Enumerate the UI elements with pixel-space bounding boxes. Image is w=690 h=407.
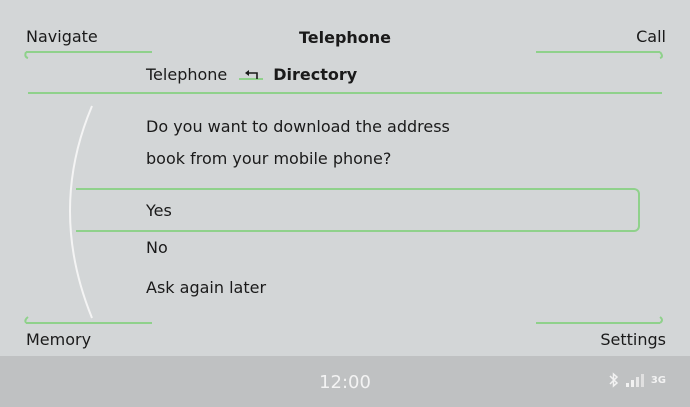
- network-3g-icon: 3G: [650, 374, 666, 386]
- breadcrumb: Telephone Directory: [146, 65, 357, 84]
- bluetooth-icon: [609, 372, 618, 388]
- question-line-1: Do you want to download the address: [146, 117, 450, 136]
- download-question: Do you want to download the address book…: [146, 111, 566, 175]
- status-bar: 12:00 3G: [0, 356, 690, 407]
- signal-strength-icon: [625, 374, 644, 387]
- telephone-screen: Navigate Call Telephone Telephone Direct…: [0, 0, 690, 407]
- page-title: Telephone: [298, 28, 392, 47]
- back-arrow-icon: [239, 69, 264, 80]
- breadcrumb-current: Directory: [273, 65, 358, 84]
- option-no[interactable]: No: [146, 238, 168, 257]
- question-line-2: book from your mobile phone?: [146, 149, 392, 168]
- clock: 12:00: [319, 372, 371, 393]
- breadcrumb-parent[interactable]: Telephone: [146, 65, 227, 84]
- status-icons: 3G: [607, 372, 666, 388]
- settings-softkey[interactable]: Settings: [600, 331, 666, 349]
- memory-softkey[interactable]: Memory: [26, 331, 91, 349]
- option-ask-again-later[interactable]: Ask again later: [146, 278, 266, 297]
- option-yes[interactable]: Yes: [146, 201, 172, 220]
